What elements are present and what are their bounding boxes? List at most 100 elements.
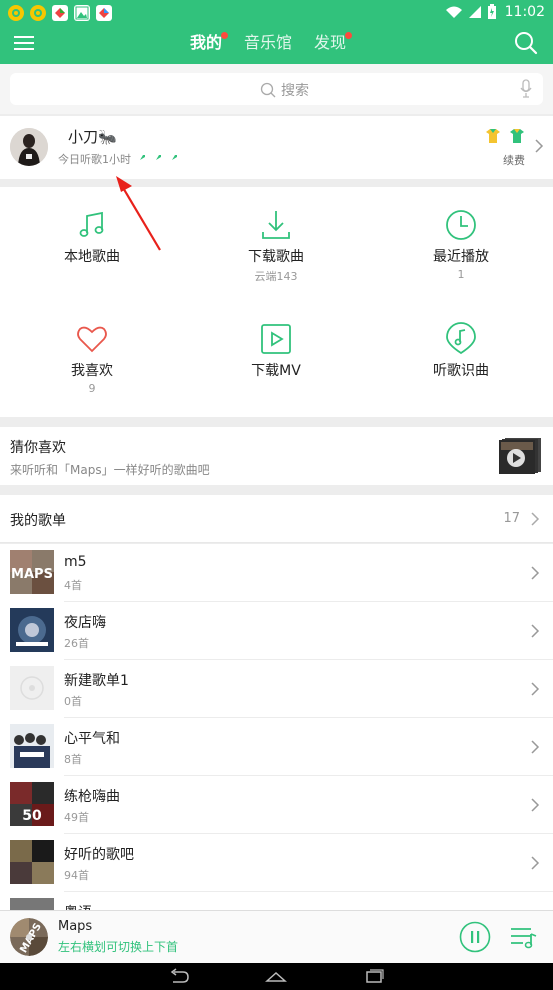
photo-icon <box>74 5 90 21</box>
playlist-item[interactable]: 粤语 <box>0 892 553 910</box>
downloaded-songs-button[interactable]: 下载歌曲 云端143 <box>184 208 368 284</box>
cloud-count: 云端143 <box>254 270 298 283</box>
playlist-name: 心平气和 <box>64 731 120 747</box>
playlist-name: m5 <box>64 554 87 570</box>
playlist-name: 好听的歌吧 <box>64 847 134 863</box>
favorites-label: 我喜欢 <box>71 363 113 379</box>
user-profile-card[interactable]: 小刀🐜 今日听歌1小时 续费 <box>0 116 553 179</box>
playlist-count: 17 <box>503 511 520 526</box>
my-playlists-header[interactable]: 我的歌单 17 <box>0 495 553 543</box>
recent-play-button[interactable]: 最近播放 1 <box>369 208 553 281</box>
playlist-queue-button[interactable] <box>509 923 539 951</box>
playlist-song-count: 8首 <box>64 753 82 766</box>
pause-icon <box>459 921 491 953</box>
playlist-item[interactable]: 50 练枪嗨曲 49首 <box>0 776 553 834</box>
listen-duration-text: 今日听歌1小时 <box>58 153 131 166</box>
favorites-count: 9 <box>88 382 96 395</box>
quick-access-grid: 本地歌曲 下载歌曲 云端143 最近播放 1 我喜欢 9 下载MV 听歌识曲 <box>0 187 553 417</box>
chevron-right-icon <box>531 566 540 580</box>
tab-discover[interactable]: 发现 <box>314 32 353 54</box>
playlist-cover <box>10 840 54 884</box>
home-icon[interactable] <box>265 968 287 986</box>
search-placeholder: 搜索 <box>281 83 309 99</box>
heart-icon <box>77 326 107 353</box>
svg-text:50: 50 <box>22 808 42 824</box>
clock-time: 11:02 <box>504 4 545 20</box>
battery-icon <box>487 4 496 19</box>
avatar[interactable] <box>10 128 48 166</box>
chevron-right-icon <box>531 682 540 696</box>
chevron-right-icon <box>531 512 540 526</box>
menu-button[interactable] <box>12 32 38 54</box>
playlist-item[interactable]: MAPS m5 4首 <box>0 544 553 602</box>
chevron-right-icon <box>531 740 540 754</box>
playlist-item[interactable]: 好听的歌吧 94首 <box>0 834 553 892</box>
green-diamond-badge-icon <box>510 129 524 143</box>
tab-music-hall-label: 音乐馆 <box>244 33 293 52</box>
clock-icon <box>446 210 476 240</box>
notification-icons <box>8 5 112 21</box>
download-mv-label: 下载MV <box>251 363 301 379</box>
notification-app-icon <box>52 5 68 21</box>
notification-app-icon <box>30 5 46 21</box>
system-status: 11:02 <box>445 4 545 20</box>
svg-text:MAPS: MAPS <box>11 567 53 582</box>
playlist-item[interactable]: 心平气和 8首 <box>0 718 553 776</box>
user-name: 小刀🐜 <box>68 128 117 146</box>
search-input[interactable]: 搜索 <box>10 73 543 105</box>
favorites-button[interactable]: 我喜欢 9 <box>0 322 184 395</box>
video-play-icon <box>261 324 291 354</box>
recent-play-label: 最近播放 <box>433 249 489 265</box>
rocket-icon <box>169 155 177 163</box>
guess-play-thumbnail[interactable] <box>499 438 541 474</box>
queue-icon <box>511 928 537 949</box>
playlist-item[interactable]: 夜店嗨 26首 <box>0 602 553 660</box>
notification-dot <box>345 32 353 39</box>
music-recognition-button[interactable]: 听歌识曲 <box>369 322 553 380</box>
status-bar: 11:02 <box>0 0 553 28</box>
chevron-right-icon <box>531 856 540 870</box>
signal-icon <box>468 6 481 18</box>
action-bar: 我的 音乐馆 发现 <box>0 28 553 64</box>
search-area: 搜索 <box>0 64 553 114</box>
rocket-icon <box>153 155 161 163</box>
playlist-list: MAPS m5 4首 夜店嗨 26首 新建歌单1 0首 心平气和 8首 50 练… <box>0 544 553 910</box>
local-songs-label: 本地歌曲 <box>64 249 120 265</box>
pause-button[interactable] <box>459 921 491 953</box>
vip-badges <box>483 128 527 144</box>
tab-music-hall[interactable]: 音乐馆 <box>244 32 292 54</box>
search-icon <box>515 32 538 55</box>
now-playing-title: Maps <box>58 919 93 934</box>
app-header: 11:02 我的 音乐馆 发现 <box>0 0 553 64</box>
playlist-song-count: 94首 <box>64 869 89 882</box>
notification-app-icon <box>8 5 24 21</box>
mini-player[interactable]: MAPS Maps 左右横划可切换上下首 <box>0 910 553 963</box>
playlist-cover <box>10 608 54 652</box>
tab-mine[interactable]: 我的 <box>190 32 229 54</box>
download-icon <box>262 211 290 239</box>
rocket-icon <box>137 155 145 163</box>
music-note-icon <box>79 211 104 237</box>
playlist-item[interactable]: 新建歌单1 0首 <box>0 660 553 718</box>
playlist-cover <box>10 666 54 710</box>
wifi-icon <box>445 6 462 18</box>
playlist-cover: 50 <box>10 782 54 826</box>
recent-apps-icon[interactable] <box>363 968 385 986</box>
recent-play-count: 1 <box>457 268 465 281</box>
chevron-right-icon <box>535 139 544 153</box>
chevron-right-icon <box>531 798 540 812</box>
playlist-name: 夜店嗨 <box>64 615 106 631</box>
microphone-icon[interactable] <box>519 79 533 99</box>
now-playing-cover[interactable]: MAPS <box>10 918 48 956</box>
search-icon <box>260 82 276 98</box>
renew-label[interactable]: 续费 <box>503 152 525 168</box>
download-mv-button[interactable]: 下载MV <box>184 322 368 380</box>
playlist-song-count: 49首 <box>64 811 89 824</box>
search-button[interactable] <box>513 30 539 56</box>
hamburger-icon <box>14 36 34 50</box>
swipe-hint: 左右横划可切换上下首 <box>58 940 179 954</box>
guess-you-like-card[interactable]: 猜你喜欢 来听听和「Maps」一样好听的歌曲吧 <box>0 427 553 485</box>
notification-app-icon <box>96 5 112 21</box>
back-icon[interactable] <box>168 968 190 986</box>
local-songs-button[interactable]: 本地歌曲 <box>0 208 184 266</box>
